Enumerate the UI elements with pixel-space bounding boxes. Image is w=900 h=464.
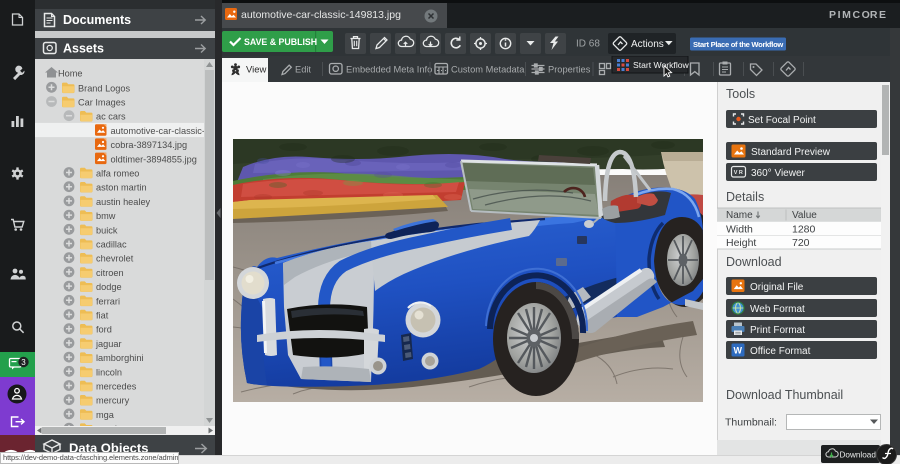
svg-text:lamborghini: lamborghini [96, 353, 144, 363]
svg-text:cadillac: cadillac [96, 240, 127, 250]
svg-text:Download Thumbnail: Download Thumbnail [726, 388, 843, 402]
svg-text:citroen: citroen [96, 268, 124, 278]
svg-text:mercedes: mercedes [96, 382, 137, 392]
svg-text:Download: Download [840, 450, 877, 459]
svg-text:lincoln: lincoln [96, 367, 122, 377]
svg-text:Custom Metadata: Custom Metadata [451, 65, 525, 75]
svg-text:Office Format: Office Format [750, 346, 811, 357]
svg-text:Standard Preview: Standard Preview [751, 147, 831, 158]
svg-text:Edit: Edit [295, 65, 311, 75]
svg-text:fiat: fiat [96, 311, 109, 321]
svg-text:mercury: mercury [96, 396, 130, 406]
svg-text:Thumbnail:: Thumbnail: [725, 417, 777, 429]
svg-text:1280: 1280 [792, 224, 816, 236]
svg-text:automotive-car-classic-149813.: automotive-car-classic-149813.jpg [241, 9, 401, 21]
svg-text:SAVE & PUBLISH: SAVE & PUBLISH [244, 37, 317, 47]
svg-text:Actions: Actions [631, 39, 664, 50]
svg-text:ferrari: ferrari [96, 296, 120, 306]
svg-text:ford: ford [96, 325, 112, 335]
svg-text:Embedded Meta Info: Embedded Meta Info [346, 65, 432, 75]
svg-text:chevrolet: chevrolet [96, 254, 134, 264]
svg-text:Details: Details [726, 190, 764, 204]
svg-text:View: View [246, 65, 267, 76]
svg-text:Value: Value [792, 210, 817, 221]
svg-text:oldtimer-3894855.jpg: oldtimer-3894855.jpg [111, 154, 197, 164]
svg-text:Download: Download [726, 255, 782, 269]
svg-text:alfa romeo: alfa romeo [96, 169, 139, 179]
svg-text:ID 68: ID 68 [576, 39, 600, 50]
svg-text:Car Images: Car Images [78, 98, 126, 108]
svg-text:Width: Width [726, 224, 753, 236]
svg-text:mga: mga [96, 410, 115, 420]
svg-text:automotive-car-classic-14: automotive-car-classic-14 [111, 126, 216, 136]
svg-text:Assets: Assets [63, 42, 104, 56]
svg-text:Web Format: Web Format [750, 304, 805, 315]
svg-text:3: 3 [21, 358, 26, 367]
svg-text:Start Workflow: Start Workflow [633, 60, 690, 70]
svg-text:dodge: dodge [96, 282, 122, 292]
svg-text:Brand Logos: Brand Logos [78, 83, 131, 93]
svg-text:Set Focal Point: Set Focal Point [748, 115, 816, 126]
svg-text:720: 720 [792, 237, 810, 249]
svg-text:Properties: Properties [548, 65, 591, 75]
svg-text:aston martin: aston martin [96, 183, 147, 193]
svg-text:austin healey: austin healey [96, 197, 151, 207]
svg-text:V R: V R [734, 170, 743, 176]
svg-text:Home: Home [58, 69, 83, 79]
svg-text:bmw: bmw [96, 211, 116, 221]
svg-text:W: W [734, 346, 743, 356]
svg-text:Documents: Documents [63, 13, 131, 27]
svg-text:buick: buick [96, 225, 118, 235]
svg-text:360° Viewer: 360° Viewer [751, 168, 806, 179]
svg-text:jaguar: jaguar [95, 339, 122, 349]
svg-text:Name: Name [726, 210, 753, 221]
svg-text:Start Place of the Workflow: Start Place of the Workflow [693, 40, 783, 49]
svg-text:Tools: Tools [726, 87, 755, 101]
svg-text:cobra-3897134.jpg: cobra-3897134.jpg [111, 140, 188, 150]
svg-text:Print Format: Print Format [750, 325, 805, 336]
svg-text:Height: Height [726, 237, 756, 249]
svg-text:ac cars: ac cars [96, 112, 126, 122]
svg-text:Original File: Original File [750, 282, 804, 293]
